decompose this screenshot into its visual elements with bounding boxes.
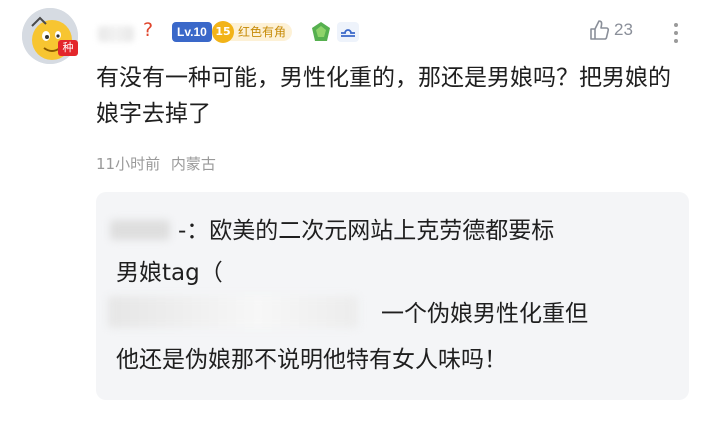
username-blurred[interactable] [98, 26, 134, 42]
more-vertical-icon[interactable] [672, 22, 680, 44]
username-mark: ? [143, 19, 154, 41]
libra-icon [337, 22, 359, 42]
reply-line-1: -：欧美的二次元网站上克劳德都要标 [178, 218, 555, 244]
reply-text: -：欧美的二次元网站上克劳德都要标 男娘tag（ [116, 210, 656, 294]
reply-line-3: 一个伪娘男性化重但 [381, 301, 588, 327]
comment-location: 内蒙古 [170, 155, 216, 173]
reply-line-2: 男娘tag（ [116, 260, 223, 286]
gem-icon [312, 22, 330, 41]
reply-blurred-text [108, 296, 358, 328]
fan-badge-label: 红色有角 [228, 23, 293, 41]
comment-text: 有没有一种可能，男性化重的，那还是男娘吗？把男娘的娘字去掉了 [96, 65, 671, 127]
comment-meta: 11小时前 内蒙古 [96, 153, 216, 174]
avatar-badge: 种 [58, 40, 78, 56]
like-count: 23 [614, 20, 633, 39]
like-button[interactable]: 23 [588, 19, 633, 41]
fan-badge-level: 15 [212, 21, 234, 43]
thumbs-up-icon [590, 20, 610, 40]
reply-box[interactable]: -：欧美的二次元网站上克劳德都要标 男娘tag（ 一个伪娘男性化重但 他还是伪娘… [96, 192, 689, 400]
level-badge: Lv.10 [172, 22, 212, 42]
reply-line-4: 他还是伪娘那不说明他特有女人味吗！ [116, 347, 507, 373]
comment-time: 11小时前 [96, 155, 161, 173]
fan-badge[interactable]: 15 红色有角 [212, 21, 293, 43]
